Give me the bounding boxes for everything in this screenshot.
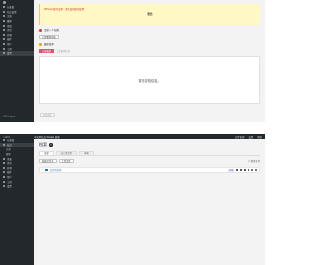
bulk-action-button[interactable]: 批量操作 xyxy=(40,113,55,117)
page-icon xyxy=(3,24,5,27)
settings-icon xyxy=(3,10,5,13)
tab-uploaded[interactable]: 已上传文件 xyxy=(55,150,78,155)
reauth-row: 立即重新授权 xyxy=(39,35,260,39)
admin-sidebar: 仪表盘 站点设置 文章 媒体 页面 评论 外观 插件 用户 工具 设置 WPDe… xyxy=(0,0,34,122)
tab-bar: 全部 已上传文件 本地 xyxy=(39,150,260,156)
main-content: 档案 ? 全部 已上传文件 本地 新建文件夹 上传文件 ⚲ 搜索文件 › 文件夹… xyxy=(34,139,265,265)
pin-icon xyxy=(3,15,5,18)
topbar-title: 中文的站点 Design 选项 xyxy=(34,135,60,139)
plugin-icon xyxy=(3,171,5,174)
sliders-icon xyxy=(3,185,5,188)
wordpress-icon xyxy=(3,1,6,4)
edit-icon[interactable] xyxy=(240,169,242,171)
admin-sidebar: 仪表盘 站点 文章 媒体 页面 评论 外观 插件 用户 工具 设置 xyxy=(0,138,34,265)
permission-text: 请求一个权限 xyxy=(44,29,60,32)
warning-notice: WPvivid 缓存设置 · 请完成初始化配置 警告 xyxy=(39,4,260,25)
main-content: WPvivid 缓存设置 · 请完成初始化配置 警告 请求一个权限 立即重新授权… xyxy=(34,0,265,122)
page-icon xyxy=(3,157,5,160)
topbar-link[interactable]: 文件管理 xyxy=(235,135,245,139)
more-icon[interactable] xyxy=(255,169,257,171)
folder-icon xyxy=(44,168,48,172)
sidebar-item-active[interactable]: 设置 xyxy=(0,50,34,56)
view-icon[interactable] xyxy=(236,169,239,171)
site-icon xyxy=(3,143,5,146)
tab-local[interactable]: 本地 xyxy=(79,150,94,155)
upload-button[interactable]: 上传文件 xyxy=(58,159,74,163)
notice-text: WPvivid 缓存设置 · 请完成初始化配置 xyxy=(44,8,85,11)
wrench-icon xyxy=(3,47,5,50)
download-icon[interactable] xyxy=(247,169,250,171)
permission-row: 请求一个权限 xyxy=(39,28,260,32)
copy-icon[interactable] xyxy=(243,169,246,171)
empty-state: 暂无存档信息。 xyxy=(39,56,260,104)
page-title: 档案 xyxy=(39,142,47,147)
screenshot-backups: 仪表盘 站点设置 文章 媒体 页面 评论 外观 插件 用户 工具 设置 WPDe… xyxy=(0,0,265,122)
dashboard-icon xyxy=(3,139,5,142)
delete-icon[interactable] xyxy=(251,169,254,171)
page-header: 档案 ? xyxy=(39,142,260,148)
file-name[interactable]: 文件夹名称 xyxy=(50,168,62,172)
comment-icon xyxy=(3,29,5,32)
user-icon xyxy=(3,43,5,46)
last-backup-text: 上次备份信息 xyxy=(56,51,70,53)
type-badge: 目录 xyxy=(228,168,235,172)
user-icon xyxy=(3,176,5,179)
tab-all[interactable]: 全部 xyxy=(39,150,54,155)
file-toolbar: 新建文件夹 上传文件 ⚲ 搜索文件 xyxy=(39,159,260,163)
alert-icon xyxy=(39,28,42,32)
new-folder-button[interactable]: 新建文件夹 xyxy=(39,159,57,163)
file-row[interactable]: › 文件夹名称 目录 xyxy=(39,167,260,173)
brush-icon xyxy=(3,33,5,36)
sidebar-item[interactable]: 设置 xyxy=(0,184,34,189)
version-row: 最新版本 xyxy=(39,42,260,46)
sidebar-footer: WPDesigner xyxy=(3,116,16,118)
brush-icon xyxy=(3,166,5,169)
search-icon: ⚲ xyxy=(248,160,250,163)
topbar-link[interactable]: 设置 xyxy=(248,135,253,139)
reauthorize-button[interactable]: 立即重新授权 xyxy=(39,35,59,39)
comment-icon xyxy=(3,162,5,165)
help-icon[interactable]: ? xyxy=(49,143,53,147)
backup-actions: 立即备份 上次备份信息 xyxy=(39,49,260,53)
empty-message: 暂无存档信息。 xyxy=(138,78,161,83)
info-icon xyxy=(39,42,42,46)
topbar-right: 文件管理 设置 帮助 xyxy=(235,135,262,139)
screenshot-file-manager: < 返回 中文的站点 Design 选项 文件管理 设置 帮助 仪表盘 站点 文… xyxy=(0,134,265,265)
search-control[interactable]: ⚲ 搜索文件 xyxy=(248,159,260,164)
version-text: 最新版本 xyxy=(44,43,55,46)
plugin-icon xyxy=(3,38,5,41)
wrench-icon xyxy=(3,180,5,183)
topbar-link[interactable]: 帮助 xyxy=(257,135,262,139)
sliders-icon xyxy=(3,52,5,55)
dashboard-icon xyxy=(3,6,5,9)
chevron-right-icon[interactable]: › xyxy=(42,169,43,171)
notice-heading: 警告 xyxy=(147,13,153,16)
media-icon xyxy=(3,20,5,23)
backup-now-button[interactable]: 立即备份 xyxy=(39,49,55,53)
